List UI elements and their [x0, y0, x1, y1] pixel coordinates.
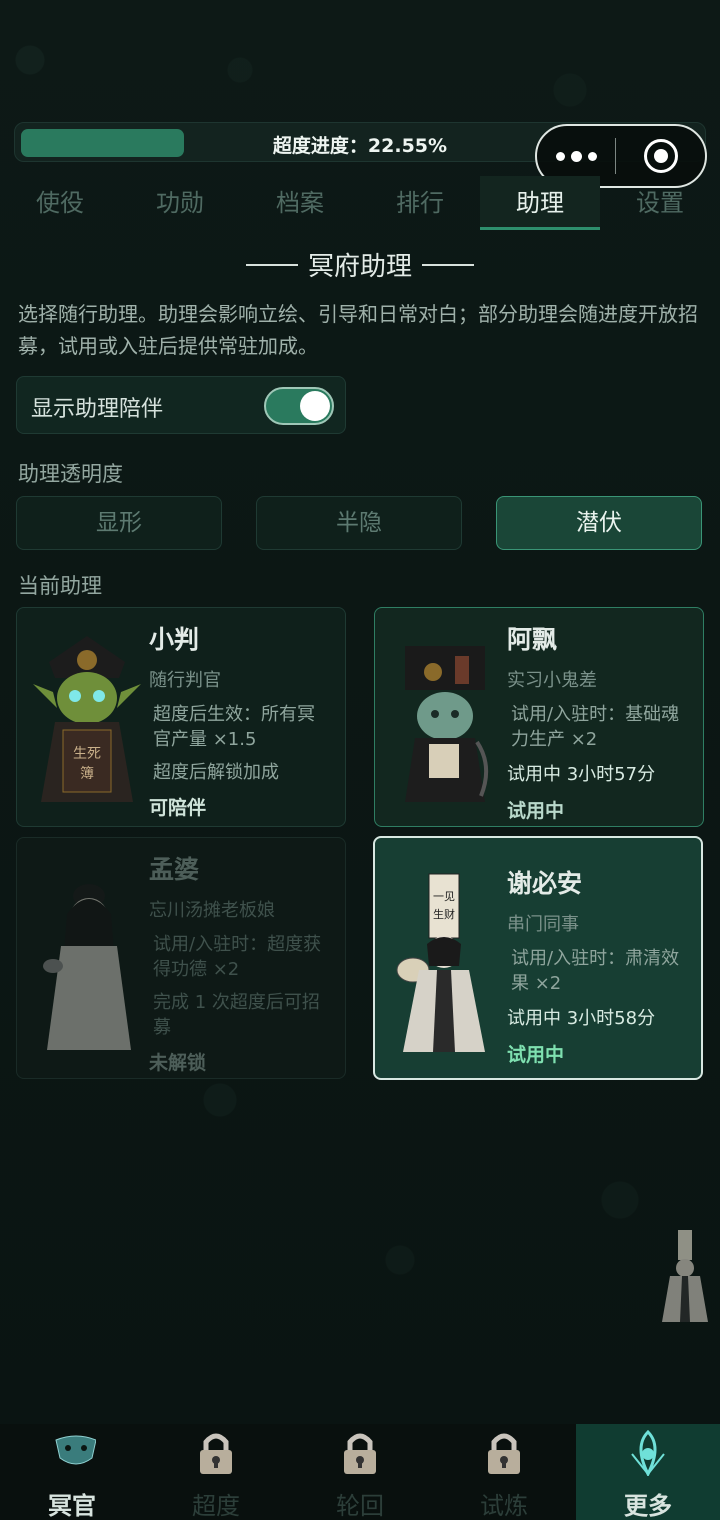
nav-item-chaodu[interactable]: 超度: [144, 1424, 288, 1520]
assistant-card-xiaopan[interactable]: 生死 簿 小判 随行判官 超度后生效：所有冥官产量 ×1.5 超度后解锁加成 可…: [16, 607, 346, 827]
assistant-role: 实习小鬼差: [507, 670, 597, 691]
nav-label: 试炼: [480, 1492, 528, 1520]
nav-item-lunhui[interactable]: 轮回: [288, 1424, 432, 1520]
nav-item-gengduo[interactable]: 更多: [576, 1424, 720, 1520]
svg-text:一见: 一见: [433, 890, 455, 903]
svg-text:生财: 生财: [433, 907, 455, 921]
assistant-card-mengpo[interactable]: 孟婆 忘川汤摊老板娘 试用/入驻时：超度获得功德 ×2 完成 1 次超度后可招募…: [16, 837, 346, 1079]
assistant-name: 小判: [149, 625, 200, 654]
opacity-option-half[interactable]: 半隐: [256, 496, 462, 550]
floating-companion-icon[interactable]: [656, 1228, 712, 1324]
nav-label: 冥官: [48, 1492, 96, 1520]
target-icon[interactable]: [616, 139, 705, 173]
opacity-option-hidden[interactable]: 潜伏: [496, 496, 702, 550]
assistant-card-apiao[interactable]: 阿飘 实习小鬼差 试用/入驻时：基础魂力生产 ×2 试用中 3小时57分 试用中: [374, 607, 704, 827]
assistant-effect: 超度后生效：所有冥官产量 ×1.5: [153, 704, 315, 750]
assistant-name: 孟婆: [149, 855, 200, 884]
lotus-icon: [631, 1430, 665, 1476]
tab-bar: 使役 功勋 档案 排行 助理 设置: [0, 176, 720, 230]
tab-zhuli[interactable]: 助理: [480, 176, 600, 230]
card-info: 孟婆 忘川汤摊老板娘 试用/入驻时：超度获得功德 ×2 完成 1 次超度后可招募…: [149, 850, 331, 1075]
opacity-label: 助理透明度: [18, 462, 123, 486]
assistant-status-line: 超度后解锁加成: [153, 762, 279, 783]
tab-gongxun[interactable]: 功勋: [120, 176, 240, 230]
lock-icon: [344, 1433, 376, 1474]
assistant-role: 忘川汤摊老板娘: [149, 900, 275, 921]
opacity-option-visible[interactable]: 显形: [16, 496, 222, 550]
mask-icon: [55, 1435, 96, 1465]
card-info: 小判 随行判官 超度后生效：所有冥官产量 ×1.5 超度后解锁加成 可陪伴: [149, 620, 331, 820]
assistant-card-xiebian[interactable]: 一见 生财 谢必安 串门同事 试用/入驻时：肃清效果 ×2 试用中 3小时58分…: [373, 836, 703, 1080]
switch-knob: [300, 391, 330, 421]
nav-item-mingguan[interactable]: 冥官: [0, 1424, 144, 1520]
title-dash-right: [422, 263, 474, 266]
section-description: 选择随行助理。助理会影响立绘、引导和日常对白；部分助理会随进度开放招募，试用或入…: [18, 302, 698, 358]
nav-label: 更多: [624, 1492, 672, 1520]
wuchang-portrait-icon: 一见 生财: [396, 873, 485, 1052]
assistant-status-line: 试用中 3小时58分: [507, 1008, 656, 1029]
mengpo-portrait-icon: [43, 884, 131, 1050]
assistant-name: 阿飘: [507, 625, 558, 654]
companion-toggle-label: 显示助理陪伴: [31, 397, 164, 422]
section-title: 冥府助理: [0, 246, 720, 283]
companion-toggle-row: 显示助理陪伴: [16, 376, 346, 434]
section-title-text: 冥府助理: [307, 252, 412, 282]
ghost-portrait-icon: [405, 646, 489, 802]
tab-shiyi[interactable]: 使役: [0, 176, 120, 230]
bottom-nav: 冥官 超度 轮回 试炼 更多: [0, 1424, 720, 1520]
companion-toggle-switch[interactable]: [264, 387, 334, 425]
assistant-role: 随行判官: [149, 670, 221, 691]
assistant-effect: 试用/入驻时：肃清效果 ×2: [511, 948, 680, 994]
assistant-status: 未解锁: [149, 1052, 207, 1074]
assistant-effect: 试用/入驻时：基础魂力生产 ×2: [511, 704, 680, 750]
assistant-role: 串门同事: [507, 914, 579, 935]
assistant-status: 可陪伴: [149, 797, 207, 819]
assistant-status-line: 试用中 3小时57分: [507, 764, 656, 785]
title-dash-left: [245, 263, 298, 266]
tab-paihang[interactable]: 排行: [360, 176, 480, 230]
svg-text:生死: 生死: [73, 746, 101, 762]
card-info: 谢必安 串门同事 试用/入驻时：肃清效果 ×2 试用中 3小时58分 试用中: [507, 850, 687, 1067]
judge-portrait-icon: 生死 簿: [33, 636, 141, 802]
assistant-status: 试用中: [507, 800, 565, 822]
current-assistant-label: 当前助理: [18, 574, 102, 598]
svg-text:簿: 簿: [80, 766, 94, 782]
lock-icon: [488, 1433, 520, 1474]
assistant-status-line: 完成 1 次超度后可招募: [153, 992, 320, 1038]
nav-label: 轮回: [336, 1492, 384, 1520]
tab-dangan[interactable]: 档案: [240, 176, 360, 230]
assistant-name: 谢必安: [507, 869, 583, 898]
nav-item-shilian[interactable]: 试炼: [432, 1424, 576, 1520]
card-info: 阿飘 实习小鬼差 试用/入驻时：基础魂力生产 ×2 试用中 3小时57分 试用中: [507, 620, 689, 823]
assistant-status: 试用中: [507, 1044, 565, 1066]
tab-shezhi[interactable]: 设置: [600, 176, 720, 230]
assistant-effect: 试用/入驻时：超度获得功德 ×2: [153, 934, 322, 980]
nav-label: 超度: [192, 1492, 240, 1520]
lock-icon: [200, 1433, 232, 1474]
